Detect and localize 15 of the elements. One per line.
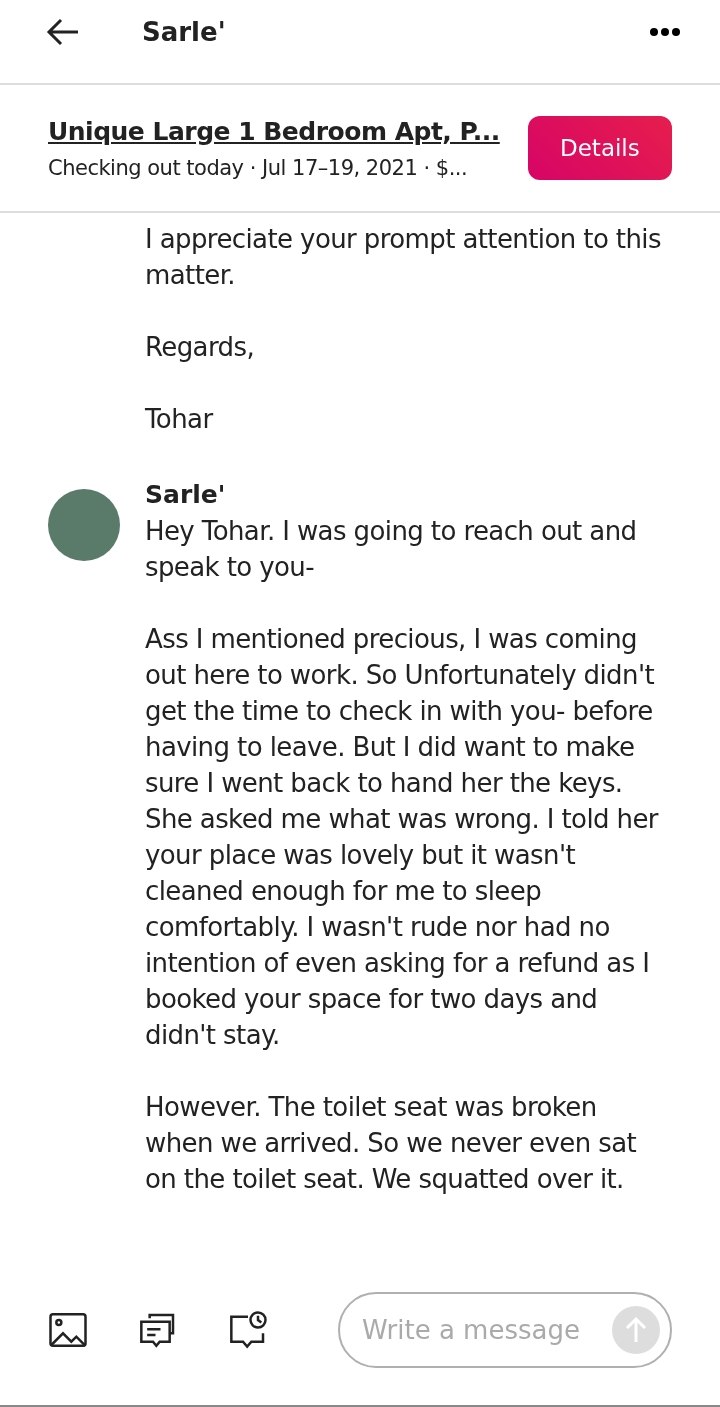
sender-name: Sarle' bbox=[145, 479, 227, 511]
message-text: I appreciate your prompt attention to this matter. bbox=[145, 223, 662, 292]
more-options-icon[interactable] bbox=[650, 27, 680, 36]
back-arrow-icon[interactable] bbox=[46, 17, 80, 46]
message-text: Tohar bbox=[145, 403, 215, 436]
reservation-summary: Checking out today · Jul 17–19, 2021 · $... bbox=[48, 155, 469, 180]
message-text: Regards, bbox=[145, 331, 256, 364]
message-text: Ass I mentioned precious, I was coming out here to work. So Unfortunately didn't get the time to check in with you- before having to leave. But I did want to make sure I went back to hand her the keys. She asked me what was wrong. I told her your place was lovely but it wasn't cleaned enough for me to sleep comfortably. I wasn't rude nor had no intention of even asking for a refund as I booked your space for two days and didn't stay. bbox=[145, 623, 660, 1052]
arrow-up-icon bbox=[624, 1316, 648, 1344]
message-input-field[interactable]: Write a message bbox=[338, 1292, 672, 1368]
message-text: However. The toilet seat was broken when we arrived. So we never even sat on the toilet seat. We squatted over it. bbox=[145, 1091, 638, 1196]
message-text: Hey Tohar. I was going to reach out and speak to you- bbox=[145, 515, 638, 584]
listing-title-link[interactable]: Unique Large 1 Bedroom Apt, P... bbox=[48, 116, 500, 146]
details-button[interactable]: Details bbox=[527, 116, 672, 180]
conversation-title: Sarle' bbox=[142, 16, 227, 47]
